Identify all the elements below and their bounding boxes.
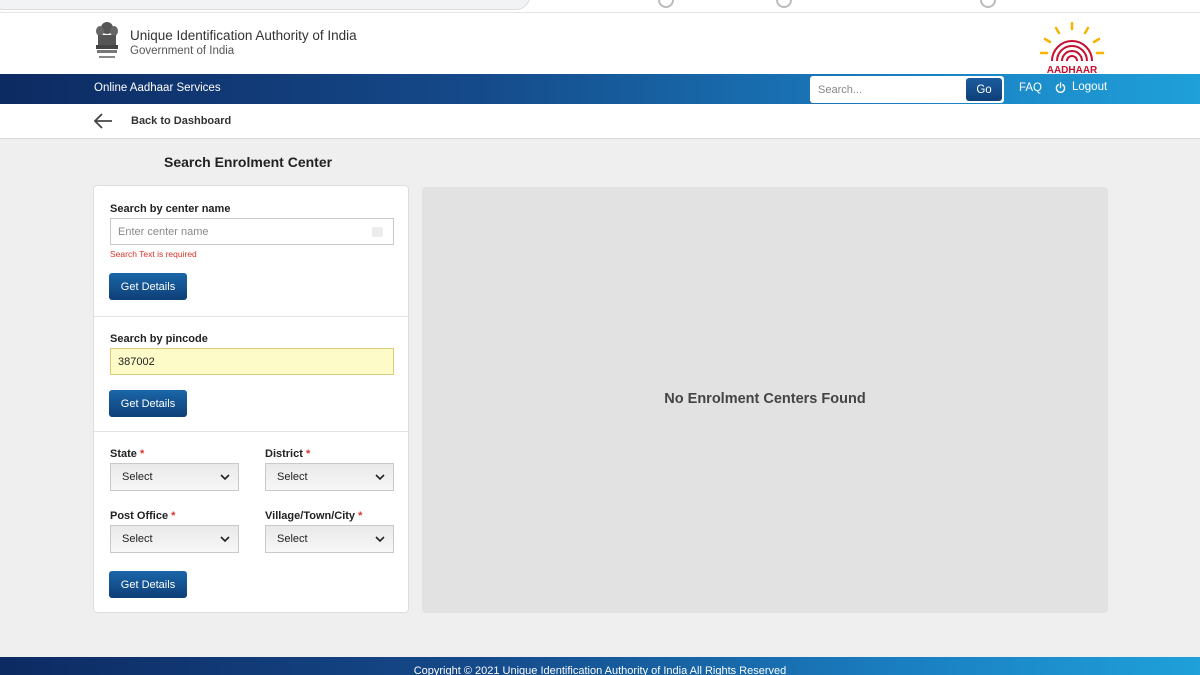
page-title: Search Enrolment Center	[164, 154, 333, 170]
location-get-details-button[interactable]: Get Details	[109, 571, 187, 598]
no-results-message: No Enrolment Centers Found	[664, 391, 866, 407]
center-name-label: Search by center name	[110, 203, 231, 215]
post-office-label-text: Post Office	[110, 510, 169, 522]
address-bar[interactable]	[0, 0, 530, 10]
search-box: Go	[810, 76, 1004, 103]
site-footer: Copyright © 2021 Unique Identification A…	[0, 657, 1200, 675]
org-subtitle: Government of India	[130, 45, 235, 57]
search-panel: Search by center name Search Text is req…	[93, 185, 409, 613]
extension-icon[interactable]	[980, 0, 996, 8]
post-office-select-value: Select	[122, 533, 153, 545]
faq-link[interactable]: FAQ	[1019, 82, 1042, 94]
nav-bar: Online Aadhaar Services Go FAQ Logout	[0, 74, 1200, 104]
district-select[interactable]: Select	[265, 463, 394, 491]
pincode-label: Search by pincode	[110, 333, 208, 345]
go-button[interactable]: Go	[966, 78, 1002, 101]
location-section: State * Select District * Select Post Of…	[94, 432, 408, 612]
org-name: Unique Identification Authority of India	[130, 28, 357, 43]
village-select[interactable]: Select	[265, 525, 394, 553]
extension-icon[interactable]	[658, 0, 674, 8]
chevron-down-icon	[220, 536, 230, 543]
required-marker: *	[171, 510, 176, 522]
browser-chrome	[0, 0, 1200, 12]
center-name-error: Search Text is required	[110, 249, 197, 259]
state-select-value: Select	[122, 471, 153, 483]
center-name-section: Search by center name Search Text is req…	[94, 186, 408, 317]
logout-label: Logout	[1072, 81, 1108, 93]
national-emblem-icon	[96, 22, 118, 58]
nav-title[interactable]: Online Aadhaar Services	[94, 82, 221, 94]
site-header: Unique Identification Authority of India…	[0, 12, 1200, 75]
district-select-value: Select	[277, 471, 308, 483]
results-panel: No Enrolment Centers Found	[422, 187, 1108, 613]
pincode-get-details-button[interactable]: Get Details	[109, 390, 187, 417]
aadhaar-logo[interactable]: AADHAAR	[1036, 19, 1108, 75]
village-label-text: Village/Town/City	[265, 510, 356, 522]
back-bar: Back to Dashboard	[0, 104, 1200, 139]
chevron-down-icon	[375, 536, 385, 543]
footer-copyright: Copyright © 2021 Unique Identification A…	[413, 665, 787, 675]
back-arrow-icon[interactable]	[93, 113, 113, 129]
required-marker: *	[305, 448, 311, 460]
required-marker: *	[358, 510, 363, 522]
search-input[interactable]	[812, 78, 962, 101]
village-label: Village/Town/City *	[265, 510, 362, 522]
state-label: State *	[110, 448, 144, 460]
post-office-select[interactable]: Select	[110, 525, 239, 553]
village-select-value: Select	[277, 533, 308, 545]
required-marker: *	[139, 448, 145, 460]
input-clear-icon	[372, 227, 383, 237]
state-select[interactable]: Select	[110, 463, 239, 491]
power-icon	[1055, 81, 1066, 93]
center-name-input[interactable]	[110, 218, 394, 245]
chevron-down-icon	[375, 474, 385, 481]
center-get-details-button[interactable]: Get Details	[109, 273, 187, 300]
chevron-down-icon	[220, 474, 230, 481]
extension-icon[interactable]	[776, 0, 792, 8]
pincode-section: Search by pincode Get Details	[94, 317, 408, 432]
back-to-dashboard-link[interactable]: Back to Dashboard	[131, 115, 231, 127]
pincode-input[interactable]	[110, 348, 394, 375]
post-office-label: Post Office *	[110, 510, 175, 522]
logout-link[interactable]: Logout	[1055, 81, 1107, 93]
state-label-text: State	[110, 448, 137, 460]
district-label-text: District	[265, 448, 303, 460]
district-label: District *	[265, 448, 310, 460]
